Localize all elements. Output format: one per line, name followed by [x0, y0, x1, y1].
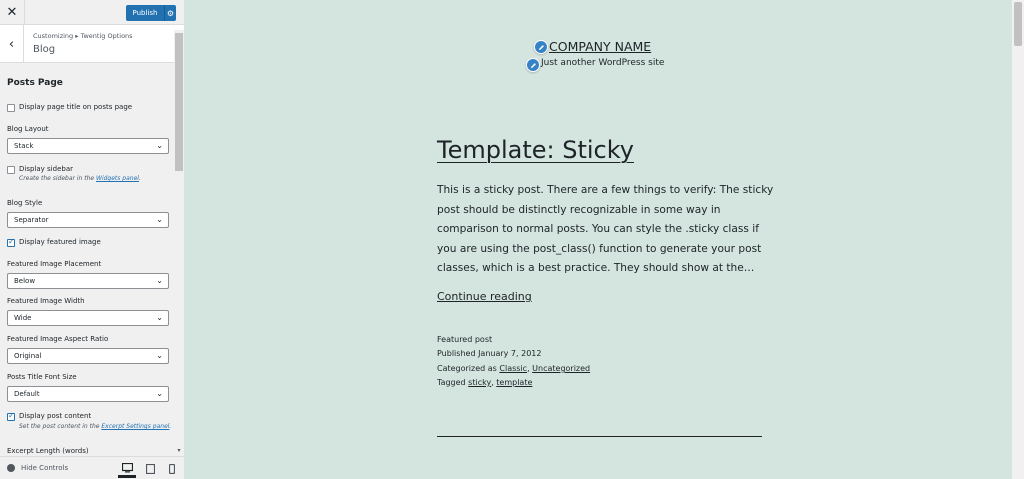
chevron-left-icon: ‹: [8, 36, 15, 52]
desktop-icon: [121, 462, 133, 472]
featured-image-width-label: Featured Image Width: [7, 297, 85, 305]
tag-link[interactable]: template: [496, 378, 532, 387]
customizer-header: ✕ Publish ⚙: [0, 0, 184, 25]
edit-tagline-pencil-icon[interactable]: [526, 58, 540, 72]
hide-controls-button[interactable]: Hide Controls: [7, 464, 68, 472]
display-sidebar-label: Display sidebar: [19, 165, 73, 173]
tablet-preview-button[interactable]: [141, 460, 159, 478]
scroll-down-arrow-icon[interactable]: ▾: [175, 447, 183, 455]
edit-site-title-pencil-icon[interactable]: [534, 40, 548, 54]
widgets-panel-link[interactable]: Widgets panel: [96, 175, 139, 182]
posts-title-font-size-select[interactable]: Default ⌄: [7, 386, 169, 402]
mobile-preview-button[interactable]: [163, 460, 181, 478]
chevron-down-icon: ⌄: [156, 313, 163, 322]
preview-scrollbar-track[interactable]: [1012, 0, 1024, 479]
preview-scrollbar-thumb[interactable]: [1014, 2, 1022, 46]
posts-page-heading: Posts Page: [7, 78, 63, 88]
category-link[interactable]: Classic: [499, 364, 527, 373]
posts-title-font-size-label: Posts Title Font Size: [7, 373, 77, 381]
display-featured-image-checkbox[interactable]: [7, 237, 15, 247]
chevron-down-icon: ⌄: [156, 389, 163, 398]
blog-style-label: Blog Style: [7, 199, 43, 207]
display-page-title-label: Display page title on posts page: [19, 103, 133, 111]
site-tagline: Just another WordPress site: [541, 58, 665, 68]
mobile-icon: [169, 464, 175, 474]
desktop-preview-button[interactable]: [118, 460, 136, 478]
customizer-sidebar: ✕ Publish ⚙ ‹ Customizing ▸ Twentig Opti…: [0, 0, 184, 479]
display-featured-image-label: Display featured image: [19, 238, 101, 246]
featured-image-aspect-select[interactable]: Original ⌄: [7, 348, 169, 364]
close-customizer-button[interactable]: ✕: [0, 0, 25, 25]
breadcrumb-separator-icon: ▸: [75, 32, 79, 40]
pencil-icon: [530, 62, 536, 68]
featured-image-placement-select[interactable]: Below ⌄: [7, 273, 169, 289]
tablet-icon: [145, 464, 155, 474]
blog-layout-select[interactable]: Stack ⌄: [7, 138, 169, 154]
post-excerpt: This is a sticky post. There are a few t…: [437, 184, 774, 274]
blog-layout-label: Blog Layout: [7, 125, 49, 133]
display-post-content-description: Set the post content in the Excerpt Sett…: [19, 423, 172, 430]
section-title: Blog: [33, 44, 56, 55]
customizer-footer: Hide Controls: [0, 456, 184, 479]
breadcrumb: Customizing ▸ Twentig Options: [33, 32, 133, 40]
chevron-down-icon: ⌄: [156, 215, 163, 224]
publish-settings-gear-icon[interactable]: ⚙: [164, 5, 176, 21]
pencil-icon: [538, 44, 544, 50]
collapse-icon: [7, 464, 15, 472]
featured-image-width-select[interactable]: Wide ⌄: [7, 310, 169, 326]
back-button[interactable]: ‹: [0, 25, 24, 63]
chevron-down-icon: ⌄: [156, 276, 163, 285]
chevron-down-icon: ⌄: [156, 141, 163, 150]
post-categories: Categorized as Classic, Uncategorized: [437, 364, 591, 373]
blog-style-select[interactable]: Separator ⌄: [7, 212, 169, 228]
close-icon: ✕: [6, 5, 18, 20]
site-title[interactable]: COMPANY NAME: [549, 39, 651, 54]
featured-image-placement-label: Featured Image Placement: [7, 260, 102, 268]
controls-panel: Posts Page Display page title on posts p…: [0, 64, 174, 456]
excerpt-settings-link[interactable]: Excerpt Settings panel: [101, 423, 169, 430]
post-tags: Tagged sticky, template: [437, 378, 533, 387]
chevron-down-icon: ⌄: [156, 351, 163, 360]
post-featured-label: Featured post: [437, 335, 493, 344]
post-separator: [437, 436, 762, 437]
sidebar-scrollbar-thumb[interactable]: [175, 33, 183, 171]
display-post-content-label: Display post content: [19, 412, 92, 420]
display-page-title-checkbox[interactable]: [7, 104, 15, 112]
display-sidebar-checkbox[interactable]: [7, 166, 15, 174]
tag-link[interactable]: sticky: [468, 378, 491, 387]
featured-image-aspect-label: Featured Image Aspect Ratio: [7, 335, 109, 343]
excerpt-length-label: Excerpt Length (words): [7, 447, 89, 455]
post-published-date: Published January 7, 2012: [437, 349, 542, 358]
display-sidebar-description: Create the sidebar in the Widgets panel.: [19, 175, 141, 182]
publish-button[interactable]: Publish: [126, 5, 164, 21]
post-title-link[interactable]: Template: Sticky: [437, 136, 634, 164]
section-header: ‹ Customizing ▸ Twentig Options Blog: [0, 25, 184, 63]
continue-reading-link[interactable]: Continue reading: [437, 290, 532, 303]
display-post-content-checkbox[interactable]: [7, 411, 15, 421]
category-link[interactable]: Uncategorized: [532, 364, 590, 373]
